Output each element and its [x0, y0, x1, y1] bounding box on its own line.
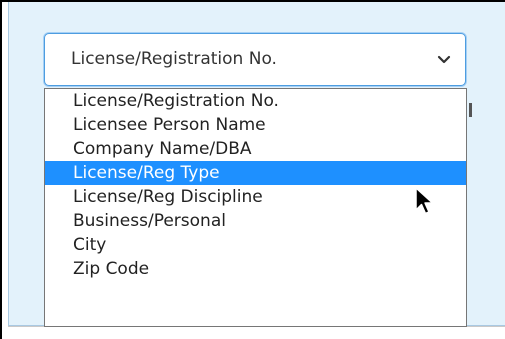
chevron-down-icon[interactable] [435, 51, 453, 69]
search-by-select[interactable]: License/Registration No. [44, 33, 466, 86]
option-licensee-person-name[interactable]: Licensee Person Name [45, 113, 466, 137]
option-license-reg-type[interactable]: License/Reg Type [45, 161, 466, 185]
hidden-field-edge [469, 103, 472, 117]
select-value: License/Registration No. [71, 49, 277, 69]
option-license-registration-no[interactable]: License/Registration No. [45, 89, 466, 113]
option-license-reg-discipline[interactable]: License/Reg Discipline [45, 185, 466, 209]
option-company-name-dba[interactable]: Company Name/DBA [45, 137, 466, 161]
mouse-pointer-icon [415, 187, 434, 215]
option-zip-code[interactable]: Zip Code [45, 257, 466, 281]
panel-bottom-strip [8, 326, 505, 339]
left-border [0, 0, 2, 339]
option-city[interactable]: City [45, 233, 466, 257]
window-frame: License/Registration No. License/Registr… [0, 0, 505, 339]
option-business-personal[interactable]: Business/Personal [45, 209, 466, 233]
select-dropdown-list[interactable]: License/Registration No. Licensee Person… [44, 88, 467, 327]
